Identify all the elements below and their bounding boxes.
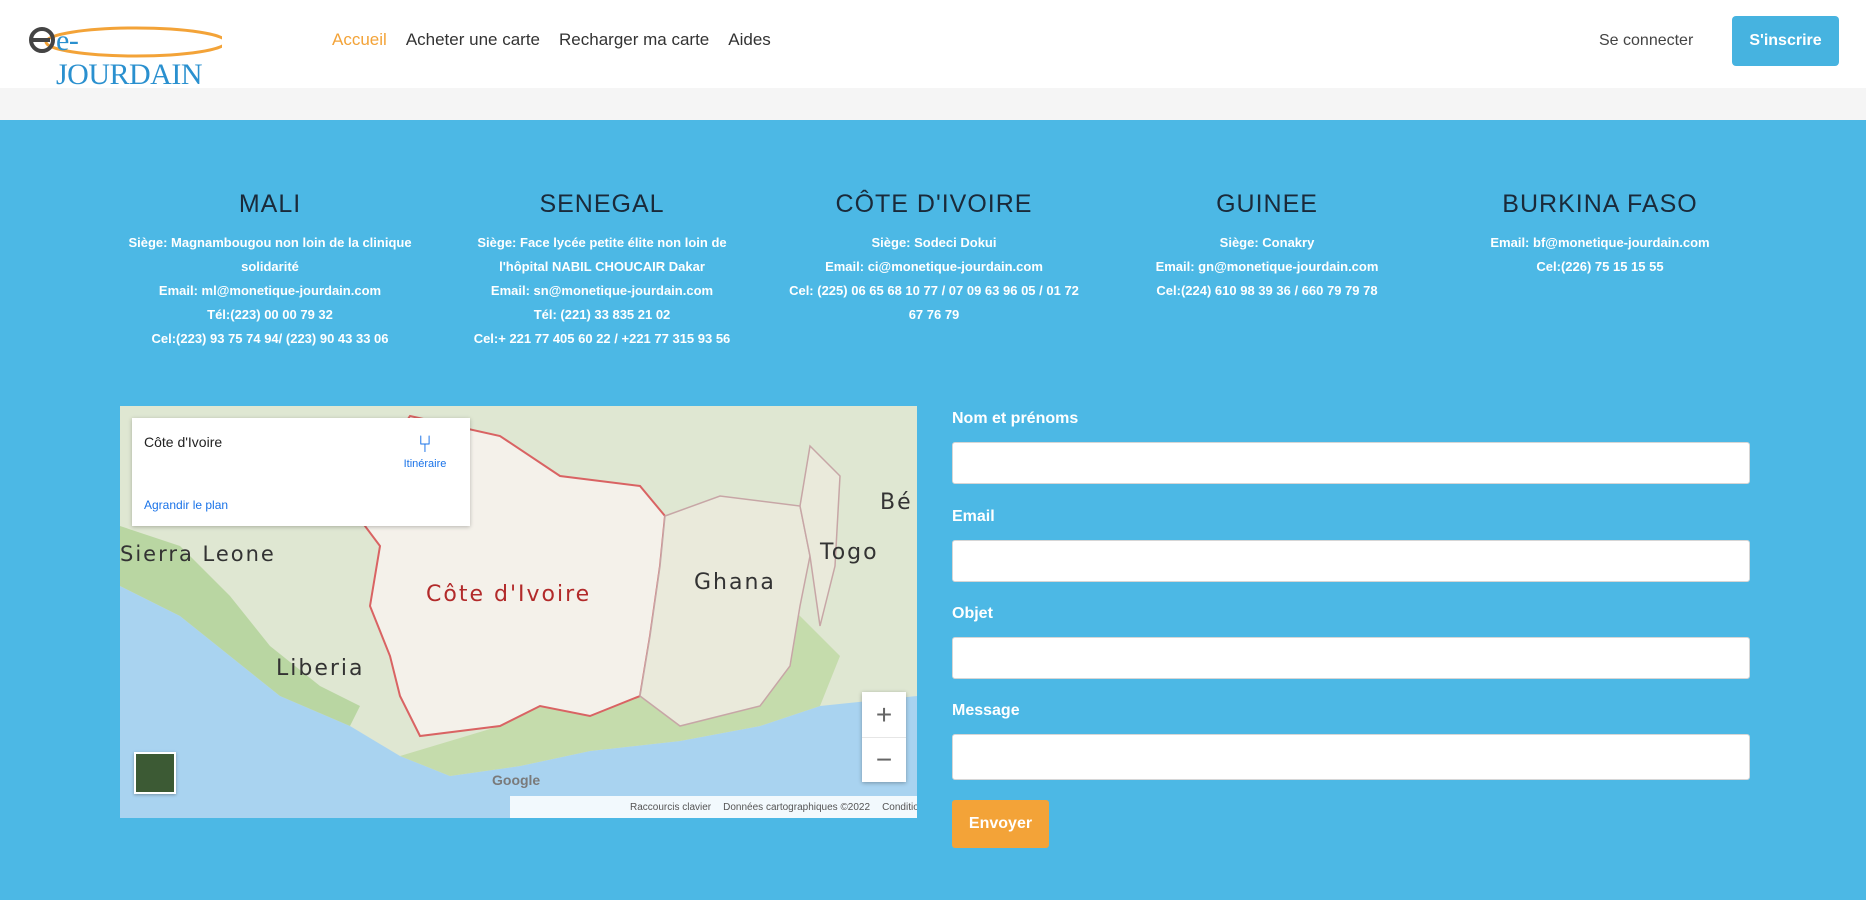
- office-burkina-faso: BURKINA FASO Email: bf@monetique-jourdai…: [1450, 190, 1750, 279]
- map-label-togo: Togo: [820, 540, 879, 565]
- directions-label: Itinéraire: [403, 458, 447, 470]
- office-senegal: SENEGAL Siège: Face lycée petite élite n…: [452, 190, 752, 351]
- office-phone: Tél:(223) 00 00 79 32: [207, 307, 333, 322]
- zoom-out-button[interactable]: −: [862, 737, 906, 782]
- login-link[interactable]: Se connecter: [1599, 32, 1693, 50]
- google-logo: Google: [492, 772, 541, 788]
- subject-input[interactable]: [952, 637, 1750, 679]
- map-label-sierra-leone: Sierra Leone: [120, 542, 276, 566]
- zoom-in-button[interactable]: +: [862, 692, 906, 737]
- map-label-ghana: Ghana: [694, 570, 776, 595]
- map-data-credit: Données cartographiques ©2022: [723, 801, 871, 813]
- map-label-liberia: Liberia: [276, 656, 365, 681]
- office-email: Email: bf@monetique-jourdain.com: [1490, 235, 1710, 250]
- office-mali: MALI Siège: Magnambougou non loin de la …: [120, 190, 420, 351]
- office-mobile: Cel:+ 221 77 405 60 22 / +221 77 315 93 …: [473, 331, 731, 346]
- office-country: BURKINA FASO: [1502, 190, 1698, 218]
- nav-recharge-card[interactable]: Recharger ma carte: [559, 30, 709, 50]
- office-address: Siège: Magnambougou non loin de la clini…: [128, 235, 412, 274]
- name-input[interactable]: [952, 442, 1750, 484]
- office-phone: Cel:(226) 75 15 15 55: [1536, 259, 1664, 274]
- nav-home[interactable]: Accueil: [332, 30, 387, 50]
- office-address: Siège: Conakry: [1219, 235, 1315, 250]
- message-textarea[interactable]: [952, 734, 1750, 780]
- logo-text: e-JOURDAIN: [56, 24, 203, 91]
- office-guinee: GUINEE Siège: Conakry Email: gn@monetiqu…: [1117, 190, 1417, 303]
- send-button[interactable]: Envoyer: [952, 800, 1049, 848]
- nav-help[interactable]: Aides: [728, 30, 771, 50]
- office-phone: Cel: (225) 06 65 68 10 77 / 07 09 63 96 …: [789, 283, 1079, 322]
- office-mobile: Cel:(223) 93 75 74 94/ (223) 90 43 33 06: [151, 331, 389, 346]
- main-nav: Accueil Acheter une carte Recharger ma c…: [332, 30, 771, 50]
- email-label: Email: [952, 508, 995, 525]
- map-place-name: Côte d'Ivoire: [144, 434, 223, 450]
- message-label: Message: [952, 702, 1020, 719]
- signup-button[interactable]: S'inscrire: [1732, 16, 1839, 66]
- office-country: SENEGAL: [539, 190, 665, 218]
- name-label: Nom et prénoms: [952, 410, 1079, 427]
- nav-buy-card[interactable]: Acheter une carte: [406, 30, 540, 50]
- office-email: Email: sn@monetique-jourdain.com: [490, 283, 714, 298]
- map-place-card: Côte d'Ivoire ⑂ Itinéraire Agrandir le p…: [132, 418, 470, 526]
- office-country: CÔTE D'IVOIRE: [835, 190, 1033, 218]
- map-label-benin: Bé: [880, 490, 913, 515]
- office-phone: Tél: (221) 33 835 21 02: [533, 307, 671, 322]
- keyboard-shortcuts-link[interactable]: Raccourcis clavier: [630, 802, 711, 813]
- office-email: Email: ci@monetique-jourdain.com: [825, 259, 1043, 274]
- office-cote-divoire: CÔTE D'IVOIRE Siège: Sodeci Dokui Email:…: [784, 190, 1084, 327]
- subject-label: Objet: [952, 605, 993, 622]
- terms-link[interactable]: Conditions d'utilisation: [882, 802, 917, 813]
- office-address: Siège: Sodeci Dokui: [871, 235, 997, 250]
- map-label-cote-divoire: Côte d'Ivoire: [426, 582, 592, 607]
- office-address: Siège: Face lycée petite élite non loin …: [477, 235, 727, 274]
- office-country: GUINEE: [1216, 190, 1318, 218]
- office-email: Email: ml@monetique-jourdain.com: [158, 283, 382, 298]
- logo[interactable]: e-JOURDAIN: [26, 20, 228, 91]
- top-navbar: e-JOURDAIN Accueil Acheter une carte Rec…: [0, 0, 1866, 91]
- map-footer: Raccourcis clavier Données cartographiqu…: [510, 796, 917, 818]
- directions-icon: ⑂: [417, 431, 433, 458]
- satellite-layer-toggle[interactable]: [134, 752, 176, 794]
- google-map[interactable]: Sierra Leone Liberia Côte d'Ivoire Ghana…: [120, 406, 917, 818]
- office-email: Email: gn@monetique-jourdain.com: [1155, 259, 1379, 274]
- zoom-controls: + −: [862, 692, 906, 782]
- office-phone: Cel:(224) 610 98 39 36 / 660 79 79 78: [1156, 283, 1378, 298]
- email-input[interactable]: [952, 540, 1750, 582]
- directions-button[interactable]: ⑂ Itinéraire: [390, 431, 460, 471]
- office-country: MALI: [238, 190, 302, 218]
- header-shadow-band: [0, 88, 1866, 120]
- enlarge-map-link[interactable]: Agrandir le plan: [144, 498, 228, 512]
